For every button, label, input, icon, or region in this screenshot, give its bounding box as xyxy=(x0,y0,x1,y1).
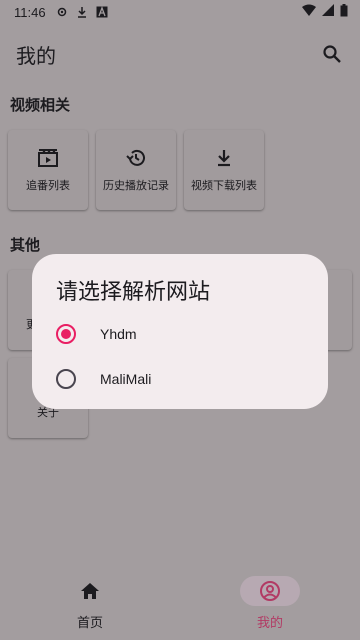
select-site-dialog: 请选择解析网站 Yhdm MaliMali xyxy=(32,254,328,409)
radio-unselected-icon[interactable] xyxy=(56,369,76,389)
section-title-other: 其他 xyxy=(10,236,41,254)
card-follow-list[interactable]: 追番列表 xyxy=(8,130,88,210)
signal-icon xyxy=(322,4,334,20)
battery-icon xyxy=(340,3,348,21)
section-title-video: 视频相关 xyxy=(10,96,71,114)
nav-item-mine[interactable]: 我的 xyxy=(180,568,360,640)
card-label: 追番列表 xyxy=(26,179,70,192)
card-label: 历史播放记录 xyxy=(103,179,169,192)
dialog-title: 请选择解析网站 xyxy=(56,280,211,305)
nav-item-home[interactable]: 首页 xyxy=(0,568,180,640)
radio-selected-icon[interactable] xyxy=(56,324,76,344)
home-icon xyxy=(60,576,120,606)
option-yhdm[interactable]: Yhdm xyxy=(56,322,137,346)
card-history[interactable]: 历史播放记录 xyxy=(96,130,176,210)
card-label: 视频下载列表 xyxy=(191,179,257,192)
search-icon[interactable] xyxy=(320,42,344,66)
history-icon xyxy=(125,147,147,169)
settings-status-icon xyxy=(56,6,68,18)
card-downloads[interactable]: 视频下载列表 xyxy=(184,130,264,210)
page-title: 我的 xyxy=(16,43,56,68)
download-status-icon xyxy=(76,6,88,18)
nav-label: 我的 xyxy=(256,616,283,631)
nav-label: 首页 xyxy=(76,616,103,631)
download-icon xyxy=(213,147,235,169)
movie-icon xyxy=(37,147,59,169)
app-bar: 我的 xyxy=(0,30,360,78)
status-time: 11:46 xyxy=(14,4,46,20)
status-right-icons xyxy=(302,3,348,21)
option-malimali[interactable]: MaliMali xyxy=(56,367,151,391)
status-bar: 11:46 xyxy=(0,0,360,24)
wifi-icon xyxy=(302,4,316,20)
option-label: Yhdm xyxy=(100,326,137,342)
option-label: MaliMali xyxy=(100,371,152,387)
account-icon xyxy=(240,576,300,606)
bottom-navigation: 首页 我的 xyxy=(0,568,360,640)
font-status-icon xyxy=(96,6,108,18)
